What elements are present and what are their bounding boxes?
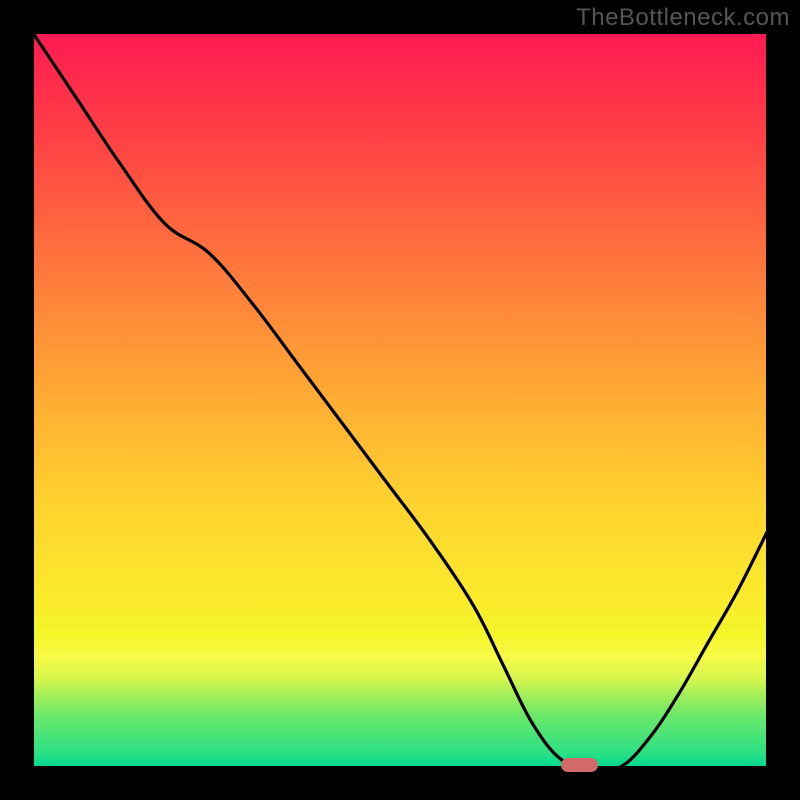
watermark-text: TheBottleneck.com (576, 4, 790, 32)
plot-area (33, 33, 767, 767)
optimal-marker (561, 758, 598, 772)
bottleneck-curve (33, 33, 767, 767)
chart-container: TheBottleneck.com (0, 0, 800, 800)
